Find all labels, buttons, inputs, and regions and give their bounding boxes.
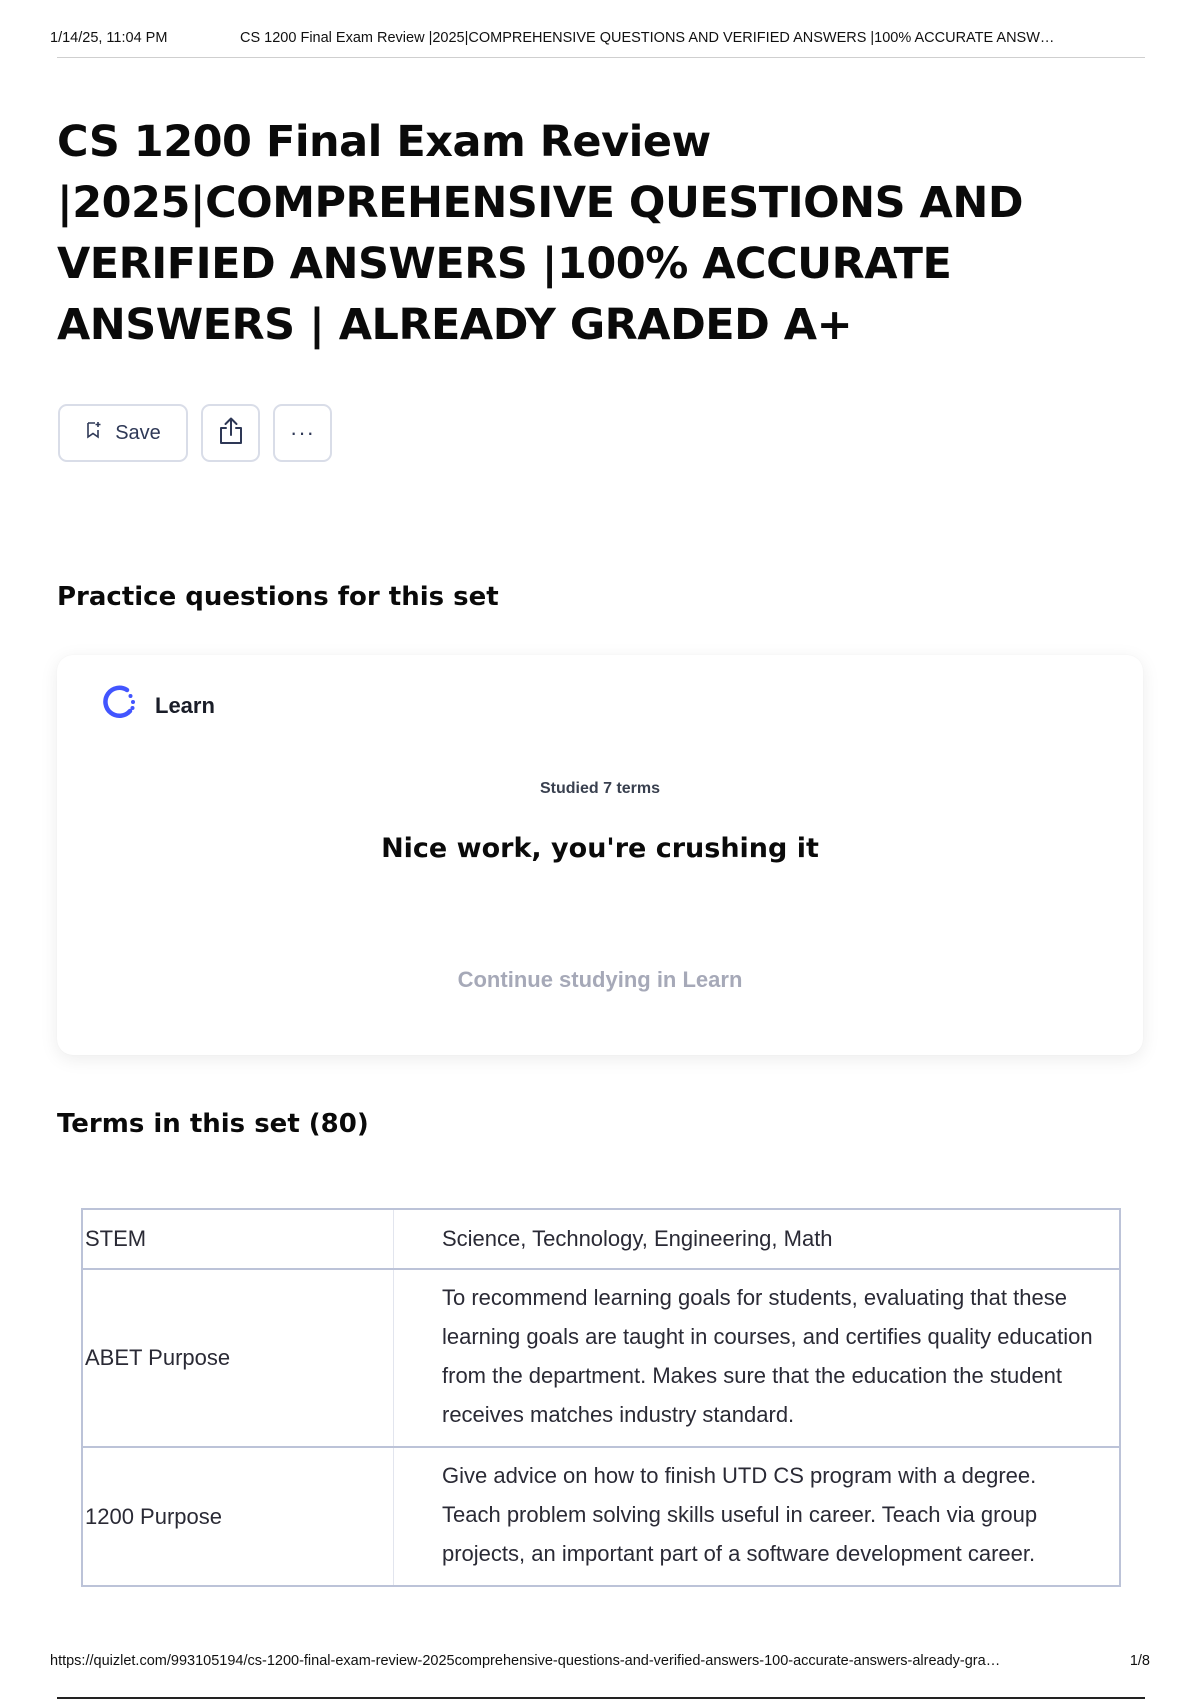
print-footer: https://quizlet.com/993105194/cs-1200-fi… <box>50 1651 1150 1671</box>
definition-cell: Science, Technology, Engineering, Math <box>393 1208 1121 1270</box>
progress-message: Nice work, you're crushing it <box>381 833 819 864</box>
term-cell: 1200 Purpose <box>81 1446 394 1587</box>
save-button[interactable]: Save <box>58 404 188 462</box>
table-row: 1200 Purpose Give advice on how to finis… <box>81 1446 1121 1587</box>
table-row: STEM Science, Technology, Engineering, M… <box>81 1208 1121 1270</box>
page-title: CS 1200 Final Exam Review |2025|COMPREHE… <box>57 117 1024 350</box>
learn-mode-label: Learn <box>97 681 215 730</box>
print-date: 1/14/25, 11:04 PM <box>50 30 168 46</box>
table-row: ABET Purpose To recommend learning goals… <box>81 1268 1121 1448</box>
set-actions: Save ··· <box>58 404 332 462</box>
share-button[interactable] <box>201 404 260 462</box>
term-cell: STEM <box>81 1208 394 1270</box>
continue-learn-link[interactable]: Continue studying in Learn <box>57 967 1143 993</box>
more-options-button[interactable]: ··· <box>273 404 332 462</box>
header-divider <box>57 57 1145 58</box>
definition-cell: To recommend learning goals for students… <box>393 1268 1121 1448</box>
studied-count: Studied 7 terms <box>539 780 661 797</box>
definition-cell: Give advice on how to finish UTD CS prog… <box>393 1446 1121 1587</box>
term-cell: ABET Purpose <box>81 1268 394 1448</box>
print-url: https://quizlet.com/993105194/cs-1200-fi… <box>50 1653 1001 1669</box>
page-number: 1/8 <box>1129 1653 1150 1669</box>
learn-mode-icon <box>97 681 141 730</box>
more-icon: ··· <box>290 420 315 445</box>
footer-divider <box>57 1697 1145 1699</box>
practice-heading: Practice questions for this set <box>57 582 499 612</box>
save-label: Save <box>115 421 161 444</box>
learn-label: Learn <box>155 692 215 718</box>
print-header: 1/14/25, 11:04 PM CS 1200 Final Exam Rev… <box>50 30 1145 46</box>
terms-heading: Terms in this set (80) <box>57 1109 369 1139</box>
print-doc-title: CS 1200 Final Exam Review |2025|COMPREHE… <box>240 30 1055 46</box>
bookmark-icon <box>85 421 103 445</box>
share-icon <box>217 416 245 451</box>
terms-table: STEM Science, Technology, Engineering, M… <box>81 1208 1121 1587</box>
learn-card[interactable]: Learn Studied 7 terms Nice work, you're … <box>57 655 1143 1055</box>
